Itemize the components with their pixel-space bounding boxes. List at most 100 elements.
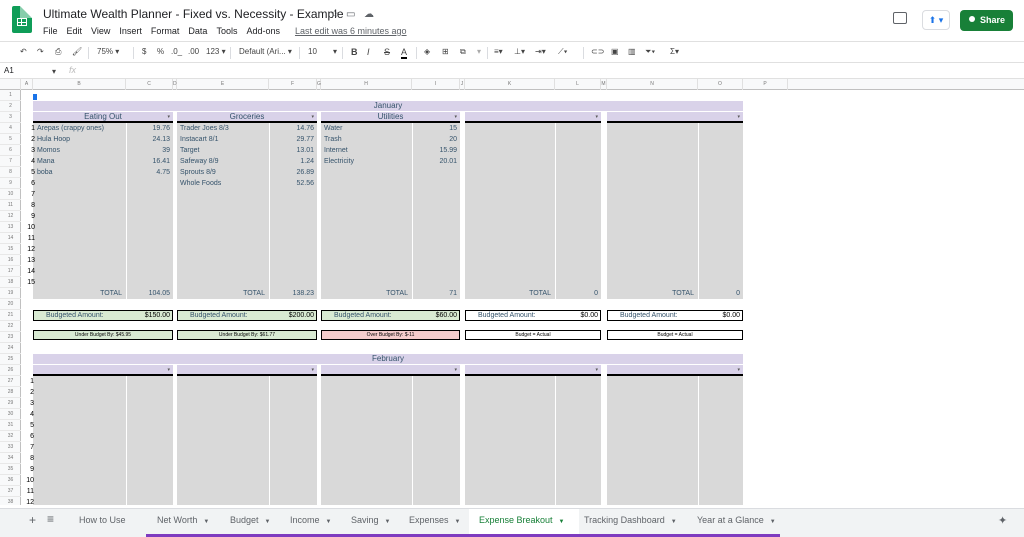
tab-dropdown-icon[interactable]: ▼ <box>671 519 677 525</box>
text-wrap-icon[interactable]: ⇥▾ <box>535 45 546 59</box>
tab-net-worth[interactable]: Net Worth ▼ <box>157 515 209 525</box>
more-formats-select[interactable]: 123 ▾ <box>206 45 226 59</box>
tab-budget[interactable]: Budget ▼ <box>230 515 270 525</box>
groceries-item-amount[interactable]: 26.89 <box>269 169 314 176</box>
insert-comment-icon[interactable]: ▣ <box>611 45 619 59</box>
menu-file[interactable]: File <box>43 26 58 38</box>
eating-out-item-amount[interactable]: 4.75 <box>126 169 170 176</box>
tab-expenses[interactable]: Expenses ▼ <box>409 515 460 525</box>
functions-icon[interactable]: Σ▾ <box>670 45 679 59</box>
menu-tools[interactable]: Tools <box>216 26 237 38</box>
blank-2-category-header-feb[interactable]: ▾ <box>607 365 743 376</box>
utilities-item-name[interactable]: Internet <box>324 147 348 154</box>
column-header-k[interactable]: K <box>465 79 555 90</box>
undo-icon[interactable]: ↶ <box>20 45 27 59</box>
row-header-35[interactable]: 35 <box>0 464 21 475</box>
row-header-28[interactable]: 28 <box>0 387 21 398</box>
row-header-21[interactable]: 21 <box>0 310 21 321</box>
groceries-item-name[interactable]: Target <box>180 147 199 154</box>
eating-out-item-name[interactable]: Arepas (crappy ones) <box>37 125 104 132</box>
row-header-31[interactable]: 31 <box>0 420 21 431</box>
groceries-item-amount[interactable]: 29.77 <box>269 136 314 143</box>
groceries-item-name[interactable]: Safeway 8/9 <box>180 158 219 165</box>
tab-dropdown-icon[interactable]: ▼ <box>326 519 332 525</box>
eating-out-item-amount[interactable]: 39 <box>126 147 170 154</box>
blank-1-category-header-feb[interactable]: ▾ <box>465 365 601 376</box>
row-header-10[interactable]: 10 <box>0 189 21 200</box>
row-header-22[interactable]: 22 <box>0 321 21 332</box>
dropdown-arrow-icon[interactable]: ▾ <box>737 112 740 122</box>
all-sheets-button[interactable]: ≡ <box>47 512 54 526</box>
tab-income[interactable]: Income ▼ <box>290 515 331 525</box>
merge-dropdown-icon[interactable]: ▾ <box>477 45 481 59</box>
row-header-37[interactable]: 37 <box>0 486 21 497</box>
utilities-item-amount[interactable]: 20 <box>412 136 457 143</box>
row-header-20[interactable]: 20 <box>0 299 21 310</box>
last-edit-link[interactable]: Last edit was 6 minutes ago <box>295 26 407 38</box>
decrease-decimal-button[interactable]: .0_ <box>171 45 182 59</box>
menu-edit[interactable]: Edit <box>67 26 83 38</box>
cloud-icon[interactable]: ☁ <box>364 9 374 20</box>
insert-chart-icon[interactable]: ▥ <box>628 45 636 59</box>
row-header-1[interactable]: 1 <box>0 90 21 101</box>
tab-dropdown-icon[interactable]: ▼ <box>203 519 209 525</box>
blank-1-total-value[interactable]: 0 <box>555 290 598 297</box>
vertical-align-icon[interactable]: ⊥▾ <box>514 45 525 59</box>
currency-button[interactable]: $ <box>142 45 146 59</box>
column-header-p[interactable]: P <box>743 79 788 90</box>
blank-1-category-header[interactable]: ▾ <box>465 112 601 123</box>
tab-dropdown-icon[interactable]: ▼ <box>455 519 461 525</box>
utilities-item-amount[interactable]: 15.99 <box>412 147 457 154</box>
column-header-o[interactable]: O <box>698 79 743 90</box>
row-header-23[interactable]: 23 <box>0 332 21 343</box>
column-header-b[interactable]: B <box>33 79 126 90</box>
eating-out-budget-value[interactable]: $150.00 <box>127 312 170 319</box>
tab-expense-breakout[interactable]: Expense Breakout ▼ <box>479 515 565 525</box>
row-header-24[interactable]: 24 <box>0 343 21 354</box>
utilities-item-amount[interactable]: 15 <box>412 125 457 132</box>
row-header-36[interactable]: 36 <box>0 475 21 486</box>
borders-icon[interactable]: ⊞ <box>442 45 449 59</box>
dropdown-arrow-icon[interactable]: ▾ <box>595 112 598 122</box>
row-header-19[interactable]: 19 <box>0 288 21 299</box>
italic-button[interactable]: I <box>367 45 370 59</box>
column-header-f[interactable]: F <box>269 79 317 90</box>
eating-out-item-amount[interactable]: 19.76 <box>126 125 170 132</box>
groceries-item-name[interactable]: Instacart 8/1 <box>180 136 219 143</box>
name-box-dropdown-icon[interactable]: ▾ <box>52 65 56 79</box>
menu-format[interactable]: Format <box>151 26 180 38</box>
dropdown-arrow-icon[interactable]: ▾ <box>311 112 314 122</box>
row-header-15[interactable]: 15 <box>0 244 21 255</box>
spreadsheet-grid[interactable]: ABCDEFGHIJKLMNOP 1 2 3 4 5 6 7 8 9 10 11 12 13 14 15 16… <box>0 79 1024 505</box>
share-button[interactable]: Share <box>960 10 1013 31</box>
eating-out-item-amount[interactable]: 24.13 <box>126 136 170 143</box>
row-header-7[interactable]: 7 <box>0 156 21 167</box>
groceries-item-name[interactable]: Sprouts 8/9 <box>180 169 216 176</box>
eating-out-item-name[interactable]: Momos <box>37 147 60 154</box>
row-header-33[interactable]: 33 <box>0 442 21 453</box>
eating-out-category-header[interactable]: Eating Out ▾ <box>33 112 173 123</box>
column-header-e[interactable]: E <box>177 79 269 90</box>
eating-out-category-header-feb[interactable]: ▾ <box>33 365 173 376</box>
row-header-4[interactable]: 4 <box>0 123 21 134</box>
dropdown-arrow-icon[interactable]: ▾ <box>454 365 457 375</box>
utilities-category-header-feb[interactable]: ▾ <box>321 365 460 376</box>
star-icon[interactable]: ☆ <box>330 9 339 20</box>
groceries-item-name[interactable]: Trader Joes 8/3 <box>180 125 229 132</box>
eating-out-item-name[interactable]: Hula Hoop <box>37 136 70 143</box>
row-header-18[interactable]: 18 <box>0 277 21 288</box>
row-header-27[interactable]: 27 <box>0 376 21 387</box>
tab-dropdown-icon[interactable]: ▼ <box>770 519 776 525</box>
font-select[interactable]: Default (Ari... ▾ <box>239 45 292 59</box>
text-color-button[interactable]: A <box>401 45 408 59</box>
row-header-30[interactable]: 30 <box>0 409 21 420</box>
utilities-total-value[interactable]: 71 <box>412 290 457 297</box>
blank-1-budget-value[interactable]: $0.00 <box>556 312 598 319</box>
column-header-n[interactable]: N <box>607 79 698 90</box>
groceries-budget-value[interactable]: $200.00 <box>270 312 314 319</box>
menu-data[interactable]: Data <box>188 26 207 38</box>
tab-dropdown-icon[interactable]: ▼ <box>385 519 391 525</box>
row-header-11[interactable]: 11 <box>0 200 21 211</box>
selected-cell-a1[interactable] <box>33 94 37 100</box>
column-header-h[interactable]: H <box>321 79 412 90</box>
